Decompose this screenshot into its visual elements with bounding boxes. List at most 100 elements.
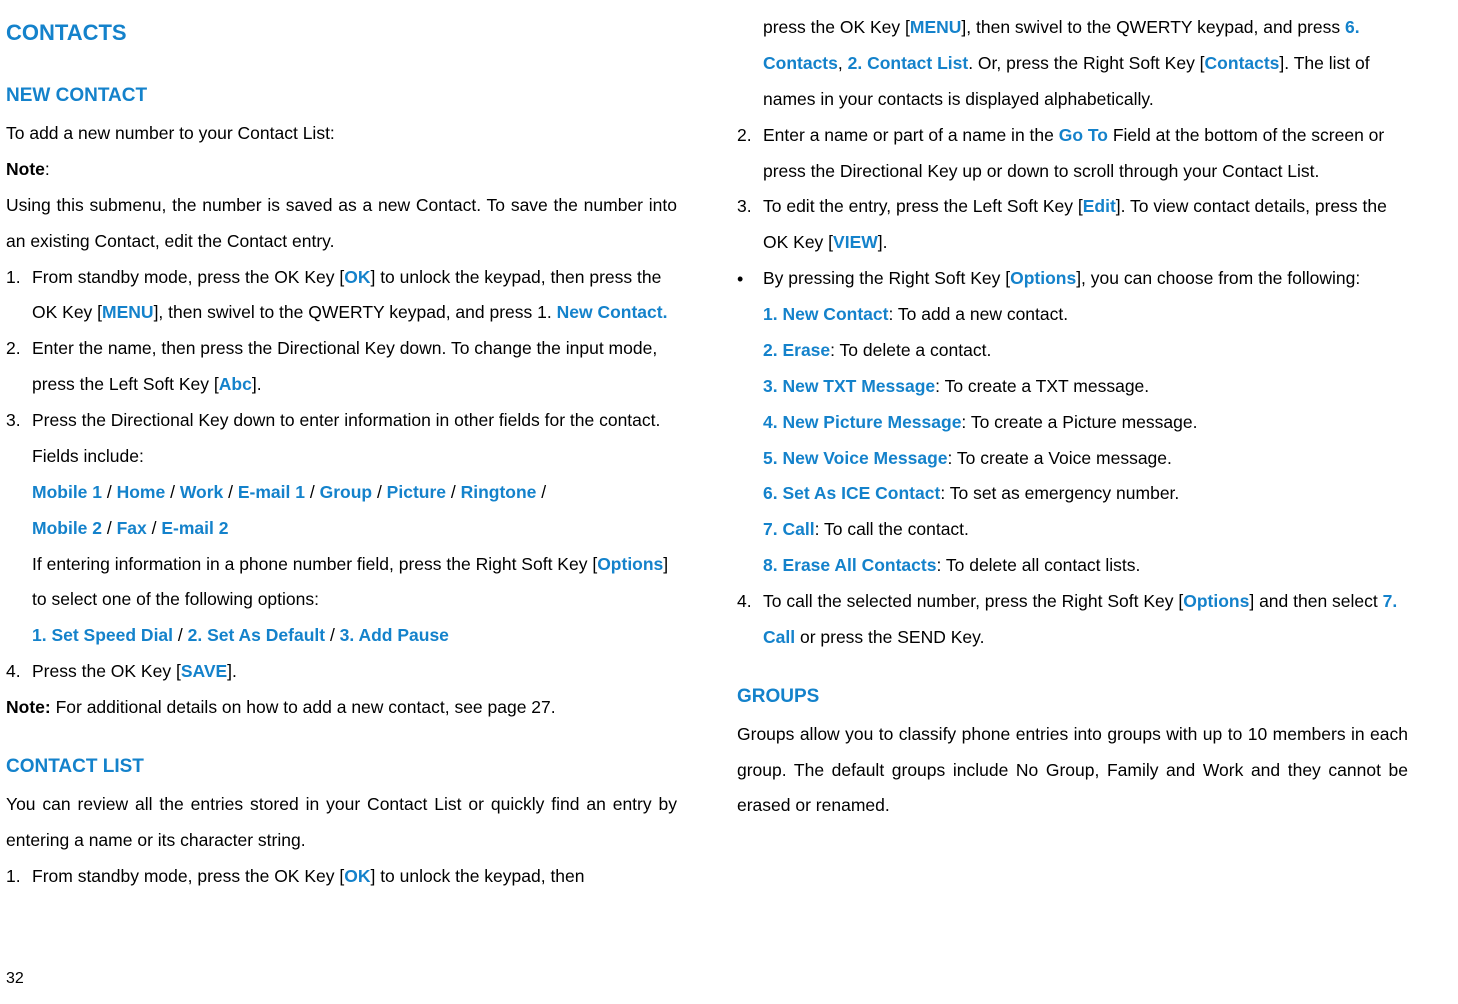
sep: / — [147, 518, 162, 538]
bullet-intro: By pressing the Right Soft Key [Options]… — [763, 261, 1408, 297]
opt-4: 4. New Picture Message: To create a Pict… — [763, 405, 1408, 441]
abc-key: Abc — [219, 374, 252, 394]
field-picture: Picture — [387, 482, 446, 502]
text: ]. — [227, 661, 237, 681]
nc-step-3: 3. Press the Directional Key down to ent… — [6, 403, 677, 654]
text: To edit the entry, press the Left Soft K… — [763, 196, 1083, 216]
cl-step-4: 4. To call the selected number, press th… — [737, 584, 1408, 656]
sep: / — [165, 482, 180, 502]
field-home: Home — [117, 482, 166, 502]
opt-erase: 2. Erase — [763, 340, 830, 360]
text: ], then swivel to the QWERTY keypad, and… — [961, 17, 1345, 37]
two-contact-list: 2. Contact List — [848, 53, 969, 73]
step-number: 2. — [6, 331, 32, 403]
step-body: Press the Directional Key down to enter … — [32, 403, 677, 654]
opt-txt: 3. New TXT Message — [763, 376, 935, 396]
field-fax: Fax — [117, 518, 147, 538]
step-number: 3. — [737, 189, 763, 261]
step-number: 4. — [737, 584, 763, 656]
nc-step-2: 2. Enter the name, then press the Direct… — [6, 331, 677, 403]
text: . Or, press the Right Soft Key [ — [968, 53, 1204, 73]
sep: / — [536, 482, 546, 502]
options-key: Options — [1010, 268, 1076, 288]
text: : To set as emergency number. — [940, 483, 1179, 503]
new-contact-heading: NEW CONTACT — [6, 77, 677, 116]
nc-step-4: 4. Press the OK Key [SAVE]. — [6, 654, 677, 690]
note-colon: : — [45, 159, 50, 179]
fields-line-1: Mobile 1 / Home / Work / E-mail 1 / Grou… — [32, 475, 677, 511]
step-body: Enter a name or part of a name in the Go… — [763, 118, 1408, 190]
opt-voice: 5. New Voice Message — [763, 448, 948, 468]
fields-line-2: Mobile 2 / Fax / E-mail 2 — [32, 511, 677, 547]
comma: , — [838, 53, 848, 73]
step-number: 4. — [6, 654, 32, 690]
left-column: CONTACTS NEW CONTACT To add a new number… — [6, 10, 677, 894]
opt-ice: 6. Set As ICE Contact — [763, 483, 940, 503]
opt-picture: 4. New Picture Message — [763, 412, 961, 432]
ok-key: OK — [344, 267, 370, 287]
nc-step-1: 1. From standby mode, press the OK Key [… — [6, 260, 677, 332]
step-body: From standby mode, press the OK Key [OK]… — [32, 260, 677, 332]
text: From standby mode, press the OK Key [ — [32, 866, 344, 886]
step-number: 1. — [6, 260, 32, 332]
edit-key: Edit — [1083, 196, 1116, 216]
note-line: Note: — [6, 152, 677, 188]
text: If entering information in a phone numbe… — [32, 554, 597, 574]
bullet-body: By pressing the Right Soft Key [Options]… — [763, 261, 1408, 584]
opt-5: 5. New Voice Message: To create a Voice … — [763, 441, 1408, 477]
opt-2: 2. Erase: To delete a contact. — [763, 333, 1408, 369]
menu-key: MENU — [102, 302, 154, 322]
right-column: press the OK Key [MENU], then swivel to … — [737, 10, 1408, 894]
note-body: Using this submenu, the number is saved … — [6, 188, 677, 260]
text: press the OK Key [ — [763, 17, 910, 37]
opt-8: 8. Erase All Contacts: To delete all con… — [763, 548, 1408, 584]
text: ], you can choose from the following: — [1076, 268, 1360, 288]
field-mobile2: Mobile 2 — [32, 518, 102, 538]
options-bullet: • By pressing the Right Soft Key [Option… — [737, 261, 1408, 584]
text: Enter the name, then press the Direction… — [32, 338, 657, 394]
options-key: Options — [597, 554, 663, 574]
field-mobile1: Mobile 1 — [32, 482, 102, 502]
text: : To create a Picture message. — [961, 412, 1197, 432]
text: ]. — [252, 374, 262, 394]
contact-list-heading: CONTACT LIST — [6, 748, 677, 787]
menu-key: MENU — [910, 17, 962, 37]
text: By pressing the Right Soft Key [ — [763, 268, 1010, 288]
options-key: Options — [1183, 591, 1249, 611]
text: : To create a Voice message. — [948, 448, 1172, 468]
field-work: Work — [180, 482, 223, 502]
text: ] and then select — [1249, 591, 1382, 611]
sep: / — [173, 625, 188, 645]
opt-call: 7. Call — [763, 519, 815, 539]
note2: Note: For additional details on how to a… — [6, 690, 677, 726]
text: ], then swivel to the QWERTY keypad, and… — [154, 302, 557, 322]
sep: / — [372, 482, 387, 502]
step-number: 1. — [6, 859, 32, 895]
contacts-key: Contacts — [1205, 53, 1280, 73]
text: To call the selected number, press the R… — [763, 591, 1183, 611]
step-number: 2. — [737, 118, 763, 190]
view-key: VIEW — [833, 232, 878, 252]
opt-7: 7. Call: To call the contact. — [763, 512, 1408, 548]
text: : To delete all contact lists. — [936, 555, 1140, 575]
text: or press the SEND Key. — [795, 627, 984, 647]
step-number: 3. — [6, 403, 32, 654]
contact-list-intro: You can review all the entries stored in… — [6, 787, 677, 859]
new-contact-option: New Contact. — [557, 302, 668, 322]
text: : To call the contact. — [815, 519, 969, 539]
sep: / — [446, 482, 461, 502]
text: ]. — [878, 232, 888, 252]
note2-body: For additional details on how to add a n… — [51, 697, 556, 717]
text: Press the OK Key [ — [32, 661, 181, 681]
opt-6: 6. Set As ICE Contact: To set as emergen… — [763, 476, 1408, 512]
groups-heading: GROUPS — [737, 678, 1408, 717]
cl-step-1: 1. From standby mode, press the OK Key [… — [6, 859, 677, 895]
sep: / — [325, 625, 340, 645]
note2-label: Note: — [6, 697, 51, 717]
sep: / — [102, 482, 117, 502]
opt-erase-all: 8. Erase All Contacts — [763, 555, 936, 575]
cl-step-3: 3. To edit the entry, press the Left Sof… — [737, 189, 1408, 261]
field-email1: E-mail 1 — [238, 482, 305, 502]
opt-default: 2. Set As Default — [188, 625, 325, 645]
text: Press the Directional Key down to enter … — [32, 403, 677, 475]
